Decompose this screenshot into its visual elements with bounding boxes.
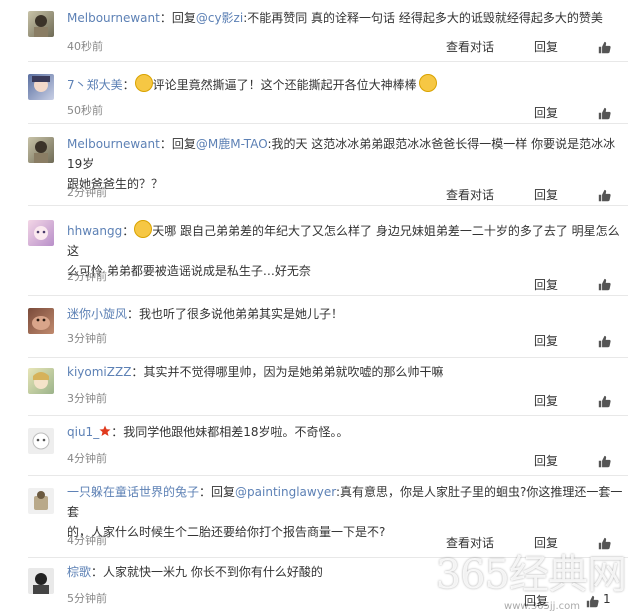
reply-link[interactable]: 回复	[534, 186, 558, 203]
username-link[interactable]: Melbournewant	[67, 137, 160, 151]
mention-link[interactable]: @paintinglawyer	[235, 485, 336, 499]
avatar[interactable]	[28, 568, 54, 594]
smiley-icon	[134, 74, 153, 92]
comment-time: 3分钟前	[67, 392, 107, 405]
thumbs-up-icon[interactable]	[598, 335, 611, 348]
comment-text: Melbournewant：回复@M鹿M-TAO:我的天 这范冰冰弟弟跟范冰冰爸…	[67, 134, 627, 194]
separator: ：	[122, 224, 135, 238]
comment-time: 4分钟前	[67, 534, 107, 547]
comment-text: kiyomiZZZ：其实并不觉得哪里帅，因为是她弟弟就吹嘘的那么帅干嘛	[67, 362, 627, 382]
view-dialog-link[interactable]: 查看对话	[446, 186, 494, 203]
comment-time: 4分钟前	[67, 452, 107, 465]
comment-text: qiu1_ ：我同学他跟他妹都相差18岁啦。不奇怪。。	[67, 422, 627, 442]
mention-link[interactable]: @cy影zi	[196, 11, 243, 25]
reply-prefix: 回复	[171, 11, 196, 25]
comment-item: kiyomiZZZ：其实并不觉得哪里帅，因为是她弟弟就吹嘘的那么帅干嘛 3分钟前…	[0, 358, 640, 416]
avatar[interactable]	[28, 137, 54, 163]
username-link[interactable]: Melbournewant	[67, 11, 160, 25]
comment-time: 40秒前	[67, 40, 103, 53]
reply-link[interactable]: 回复	[534, 452, 558, 469]
comment-item: Melbournewant：回复@cy影zi:不能再赞同 真的诠释一句话 经得起…	[0, 0, 640, 62]
avatar[interactable]	[28, 308, 54, 334]
thumbs-up-icon[interactable]	[598, 278, 611, 291]
thumbs-up-icon[interactable]	[598, 455, 611, 468]
username-link[interactable]: kiyomiZZZ	[67, 365, 131, 379]
thumbs-up-icon[interactable]	[598, 395, 611, 408]
avatar[interactable]	[28, 368, 54, 394]
thumbs-up-icon[interactable]	[598, 189, 611, 202]
avatar[interactable]	[28, 74, 54, 100]
comment-time: 50秒前	[67, 104, 103, 117]
comment-text: 7丶郑大美： 评论里竟然撕逼了！这个还能撕起开各位大神棒棒	[67, 74, 627, 95]
reply-link[interactable]: 回复	[534, 104, 558, 121]
separator: ：	[91, 565, 104, 579]
avatar[interactable]	[28, 488, 54, 514]
comment-text: 一只躲在童话世界的兔子：回复@paintinglawyer:真有意思，你是人家肚…	[67, 482, 627, 542]
view-dialog-link[interactable]: 查看对话	[446, 38, 494, 55]
reply-prefix: 回复	[171, 137, 196, 151]
separator: ：	[111, 425, 124, 439]
comment-body: 评论里竟然撕逼了！这个还能撕起开各位大神棒棒	[152, 78, 417, 92]
comment-text: Melbournewant：回复@cy影zi:不能再赞同 真的诠释一句话 经得起…	[67, 8, 627, 28]
comment-time: 2分钟前	[67, 186, 107, 199]
comment-body: 的，人家什么时候生个二胎还要给你打个报告商量一下是不?	[67, 525, 386, 539]
separator: ：	[199, 485, 212, 499]
separator: ：	[122, 78, 135, 92]
comment-item: 迷你小旋风：我也听了很多说他弟弟其实是她儿子！ 3分钟前 回复	[0, 296, 640, 358]
reply-prefix: 回复	[211, 485, 236, 499]
username-link[interactable]: 7丶郑大美	[67, 78, 123, 92]
reply-link[interactable]: 回复	[534, 38, 558, 55]
comment-time: 5分钟前	[67, 592, 107, 605]
star-badge-icon	[99, 425, 111, 436]
username-link[interactable]: 迷你小旋风	[67, 307, 127, 321]
comment-body: :不能再赞同 真的诠释一句话 经得起多大的诋毁就经得起多大的赞美	[243, 11, 603, 25]
comment-body: 人家就快一米九 你长不到你有什么好酸的	[103, 565, 323, 579]
comment-item: 7丶郑大美： 评论里竟然撕逼了！这个还能撕起开各位大神棒棒 50秒前 回复	[0, 62, 640, 124]
reply-link[interactable]: 回复	[534, 332, 558, 349]
smiley-icon	[134, 220, 153, 238]
username-link[interactable]: hhwangg	[67, 224, 122, 238]
smiley-icon	[418, 74, 437, 92]
watermark: 365经典网	[435, 552, 627, 598]
username-link[interactable]: 棕歌	[67, 565, 91, 579]
username-link[interactable]: 一只躲在童话世界的兔子	[67, 485, 199, 499]
comment-text: hhwangg： 天哪 跟自己弟弟差的年纪大了又怎么样了 身边兄妹姐弟差一二十岁的…	[67, 220, 627, 281]
watermark-url: www.365jj.com	[504, 601, 580, 612]
thumbs-up-icon[interactable]	[598, 41, 611, 54]
mention-link[interactable]: @M鹿M-TAO	[196, 137, 268, 151]
separator: ：	[159, 137, 172, 151]
separator: ：	[127, 307, 140, 321]
comment-item: Melbournewant：回复@M鹿M-TAO:我的天 这范冰冰弟弟跟范冰冰爸…	[0, 124, 640, 206]
comment-text: 迷你小旋风：我也听了很多说他弟弟其实是她儿子！	[67, 304, 627, 324]
reply-link[interactable]: 回复	[534, 276, 558, 293]
avatar[interactable]	[28, 428, 54, 454]
comment-time: 3分钟前	[67, 332, 107, 345]
username-link[interactable]: qiu1_	[67, 425, 99, 439]
comment-body: 其实并不觉得哪里帅，因为是她弟弟就吹嘘的那么帅干嘛	[143, 365, 444, 379]
comment-item: hhwangg： 天哪 跟自己弟弟差的年纪大了又怎么样了 身边兄妹姐弟差一二十岁的…	[0, 206, 640, 296]
reply-link[interactable]: 回复	[534, 392, 558, 409]
separator: ：	[159, 11, 172, 25]
comment-body: 我也听了很多说他弟弟其实是她儿子！	[139, 307, 344, 321]
comment-item: qiu1_ ：我同学他跟他妹都相差18岁啦。不奇怪。。 4分钟前 回复	[0, 416, 640, 476]
avatar[interactable]	[28, 11, 54, 37]
separator: ：	[131, 365, 144, 379]
comment-time: 2分钟前	[67, 270, 107, 283]
comment-body: 我同学他跟他妹都相差18岁啦。不奇怪。。	[123, 425, 349, 439]
thumbs-up-icon[interactable]	[598, 107, 611, 120]
avatar[interactable]	[28, 220, 54, 246]
